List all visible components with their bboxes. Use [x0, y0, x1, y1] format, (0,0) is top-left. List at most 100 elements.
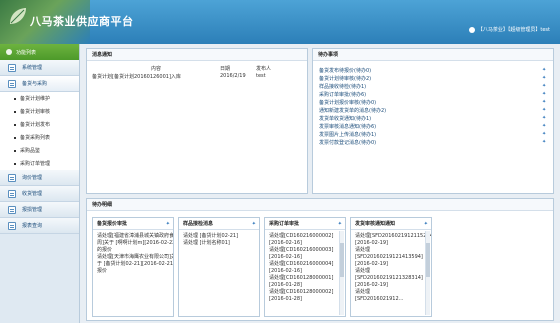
card-line[interactable]: 请处理[SFD20160219121152144] — [355, 233, 431, 240]
message-content: 备货计划[备货计划20160126001]入库 — [92, 74, 181, 80]
card-line[interactable]: 请处理[天津市海鹰农业有限公司]关 — [97, 254, 173, 261]
card-line[interactable]: 周]关于 [啊啊计划m][2016-02-22] — [97, 240, 173, 247]
card-line[interactable]: 请处理 — [355, 289, 427, 296]
pin-icon[interactable]: ✦ — [542, 83, 547, 89]
todo-item[interactable]: 通知新建发货单的消息(待办2) ✦ — [319, 106, 547, 114]
sidebar-item-reports[interactable]: 报表查询 — [0, 218, 79, 234]
pin-icon[interactable]: ✦ — [542, 139, 547, 145]
submenu-item[interactable]: 备货计划发布 — [0, 118, 79, 131]
bullet-icon — [14, 110, 16, 113]
card-line[interactable]: 请处理[CD160216000004] — [269, 261, 341, 268]
card-line[interactable]: [SFD20160219121328314] — [355, 275, 427, 282]
pending-title: 待办明细 — [87, 199, 553, 211]
card-line[interactable]: 于 [备货计划02-21][2016-02-21]的 — [97, 261, 173, 268]
todo-item-label: 发票图片上传消息(待办1) — [319, 131, 377, 138]
card-line[interactable]: 请处理 [备货计划02-21] — [183, 233, 255, 240]
todo-item[interactable]: 备货发布待报价(待办0) ✦ — [319, 66, 547, 74]
pin-icon[interactable]: ✦ — [542, 115, 547, 121]
card-body: 请处理[SFD20160219121152144] [2016-02-19] 请… — [351, 230, 431, 316]
sidebar-item-system[interactable]: 系统管理 — [0, 60, 79, 76]
pin-icon[interactable]: ✦ — [252, 218, 256, 230]
column-header-content: 内容 — [150, 66, 161, 72]
top-header: 八马茶业供应商平台 【八马茶业】【超级管理员】test — [0, 0, 560, 44]
message-row[interactable]: 备货计划[备货计划20160126001]入库 2016/2/19 test — [87, 72, 307, 81]
card-line[interactable]: [SFD20160219121413594] — [355, 254, 427, 261]
todo-item-label: 样品接收待检(待办1) — [319, 83, 367, 90]
todo-item[interactable]: 采购订单审批(待办6) ✦ — [319, 90, 547, 98]
sidebar-item-label: 报损管理 — [22, 207, 43, 213]
pin-icon[interactable]: ✦ — [542, 75, 547, 81]
card-body: 请处理[福建省漳浦县城关镇政府食品 周]关于 [啊啊计划m][2016-02-2… — [93, 230, 173, 316]
card-line: [2016-02-16] — [269, 268, 302, 274]
card-sample-inspection: 样品接检消息 ✦ 请处理 [备货计划02-21] 请处理 [计划名称01] — [178, 217, 260, 317]
card-purchase-order-approval: 采购订单审批 ✦ 请处理[CD160216000002] [2016-02-16]… — [264, 217, 346, 317]
card-line[interactable]: 请处理 [计划名称01] — [183, 240, 255, 247]
bullet-icon — [14, 149, 16, 152]
todo-item[interactable]: 备货计划报价审核(待办0) ✦ — [319, 98, 547, 106]
submenu-item[interactable]: 备货采购列表 — [0, 131, 79, 144]
pin-icon[interactable]: ✦ — [542, 131, 547, 137]
scrollbar[interactable] — [339, 231, 344, 315]
platform-title: 八马茶业供应商平台 — [30, 15, 134, 28]
document-icon — [8, 221, 16, 230]
todo-item-label: 备货发布待报价(待办0) — [319, 67, 372, 74]
card-line: [2016-02-16] — [269, 240, 302, 246]
pin-icon[interactable]: ✦ — [542, 99, 547, 105]
card-line: [2016-01-28] — [269, 296, 302, 302]
submenu-item[interactable]: 采购品鉴 — [0, 144, 79, 157]
todo-item[interactable]: 发票付款登记消息(待办0) ✦ — [319, 138, 547, 146]
sidebar-item-loss[interactable]: 报损管理 — [0, 202, 79, 218]
submenu-item[interactable]: 备货计划审核 — [0, 105, 79, 118]
pin-icon[interactable]: ✦ — [542, 67, 547, 73]
card-line: [2016-01-28] — [269, 282, 302, 288]
bullet-icon — [14, 97, 16, 100]
todo-list: 备货发布待报价(待办0) ✦ 备货计划待审核(待办2) ✦ 样品接收待检(待办1) ✦… — [313, 61, 553, 151]
messages-title: 消息通知 — [87, 49, 307, 61]
pin-icon[interactable]: ✦ — [542, 91, 547, 97]
tea-leaf-icon — [10, 8, 26, 24]
card-line[interactable]: 请处理[CD160216000003] — [269, 247, 341, 254]
pin-icon[interactable]: ✦ — [424, 218, 428, 230]
message-sender: test — [256, 73, 266, 79]
card-title-text: 样品接检消息 — [183, 221, 214, 227]
card-line[interactable]: 请处理 — [355, 247, 427, 254]
card-line[interactable]: [SFD2016021912... — [355, 296, 427, 303]
todo-item[interactable]: 备货计划待审核(待办2) ✦ — [319, 74, 547, 82]
pin-icon[interactable]: ✦ — [542, 107, 547, 113]
card-line[interactable]: 请处理[CD160216000002] — [269, 233, 341, 240]
card-line[interactable]: 请处理[CD160128000001] — [269, 275, 341, 282]
card-line: [2016-02-19] — [355, 282, 388, 288]
sidebar-item-receiving[interactable]: 收货管理 — [0, 186, 79, 202]
sidebar-item-inquiry[interactable]: 询价管理 — [0, 170, 79, 186]
card-line[interactable]: 请处理 — [355, 268, 427, 275]
todo-item-label: 通知新建发货单的消息(待办2) — [319, 107, 387, 114]
pin-icon[interactable]: ✦ — [338, 218, 342, 230]
todo-item-label: 发票审核消息通知(待办6) — [319, 123, 377, 130]
function-list-header: 功能列表 — [0, 44, 79, 60]
sidebar-item-stock-purchase[interactable]: 备货与采购 — [0, 76, 79, 92]
todo-item-label: 备货计划待审核(待办2) — [319, 75, 372, 82]
card-line[interactable]: 请处理[福建省漳浦县城关镇政府食品 — [97, 233, 173, 240]
user-icon — [468, 26, 475, 33]
todo-item[interactable]: 发票审核消息通知(待办6) ✦ — [319, 122, 547, 130]
scrollbar[interactable] — [425, 231, 430, 315]
card-line: [2016-02-16] — [269, 254, 302, 260]
user-info[interactable]: 【八马茶业】【超级管理员】test — [468, 26, 550, 33]
pin-icon[interactable]: ✦ — [166, 218, 170, 230]
submenu-item[interactable]: 备货计划维护 — [0, 92, 79, 105]
submenu-item[interactable]: 采购订单管理 — [0, 157, 79, 170]
submenu-item-label: 备货计划发布 — [20, 122, 51, 128]
scrollbar-thumb[interactable] — [340, 243, 344, 277]
card-line[interactable]: 的报价 — [97, 247, 169, 254]
card-title: 采购订单审批 ✦ — [265, 218, 345, 230]
scrollbar-thumb[interactable] — [426, 243, 430, 277]
messages-header-row: 内容 日期 发布人 — [87, 61, 307, 72]
card-line[interactable]: 报价 — [97, 268, 169, 275]
todo-item[interactable]: 发货单收货通知(待办1) ✦ — [319, 114, 547, 122]
pin-icon[interactable]: ✦ — [542, 123, 547, 129]
card-line[interactable]: 请处理[CD160128000002] — [269, 289, 341, 296]
card-body: 请处理 [备货计划02-21] 请处理 [计划名称01] — [179, 230, 259, 316]
bullet-icon — [14, 136, 16, 139]
todo-item[interactable]: 样品接收待检(待办1) ✦ — [319, 82, 547, 90]
todo-item[interactable]: 发票图片上传消息(待办1) ✦ — [319, 130, 547, 138]
